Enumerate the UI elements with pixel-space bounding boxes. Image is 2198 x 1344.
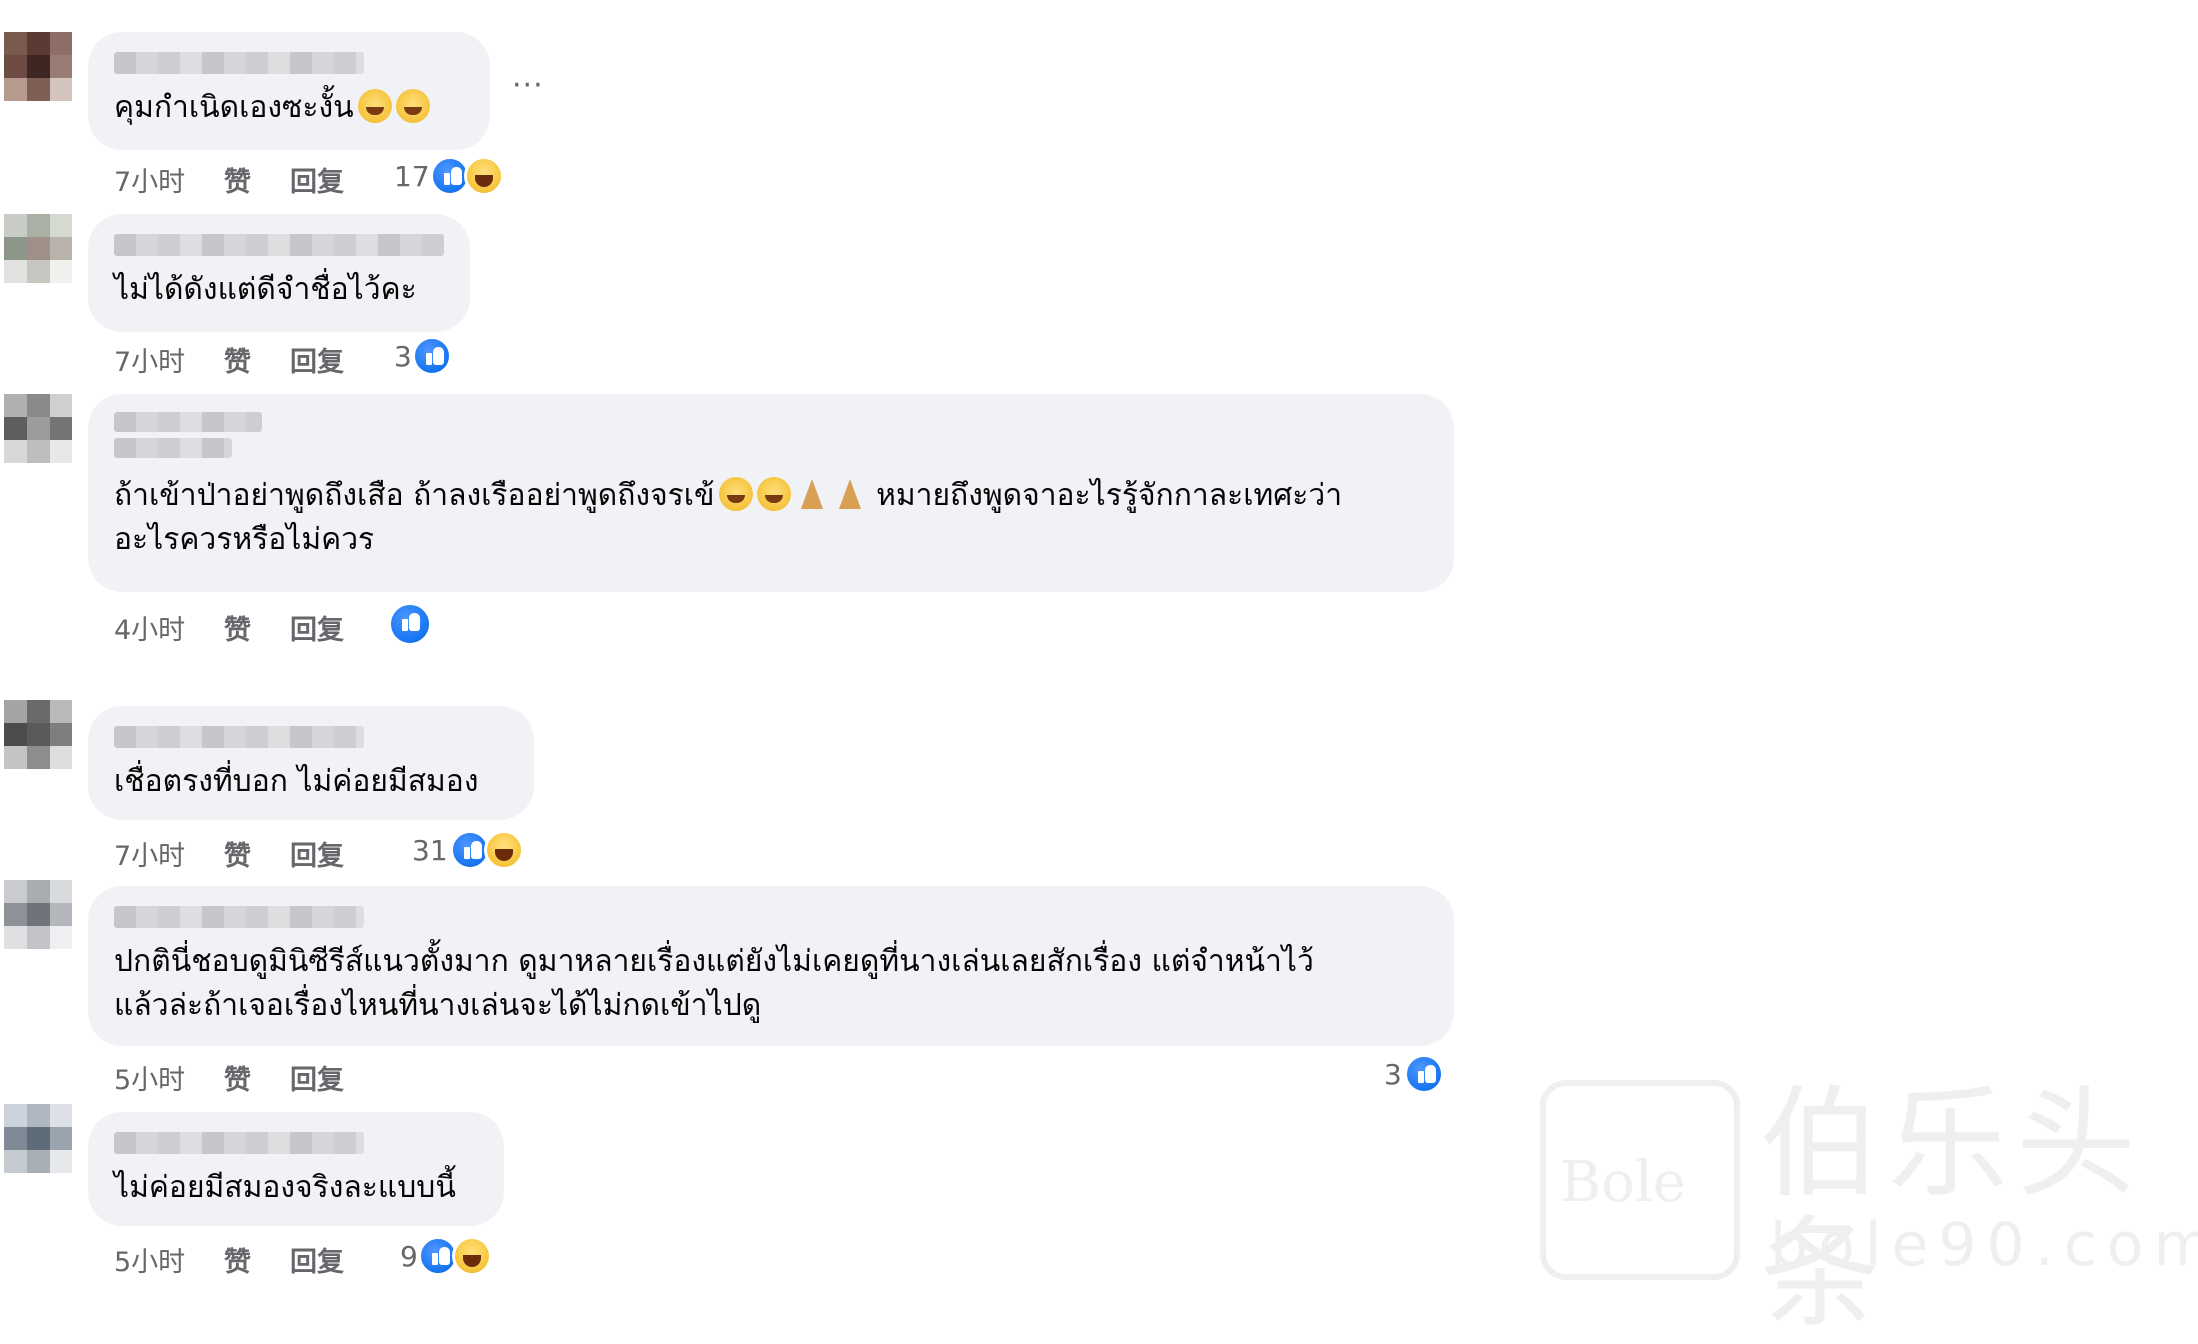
comment-bubble: เชื่อตรงที่บอก ไม่ค่อยมีสมอง — [88, 706, 534, 820]
author-name-blurred[interactable] — [114, 412, 262, 432]
timestamp[interactable]: 4小时 — [114, 608, 185, 647]
reaction-summary[interactable] — [388, 602, 438, 646]
avatar[interactable] — [4, 1104, 72, 1194]
avatar[interactable] — [4, 394, 72, 484]
avatar[interactable] — [4, 32, 72, 122]
comment-text: ปกตินี่ชอบดูมินิซีรีส์แนวตั้งมาก ดูมาหลา… — [114, 944, 1314, 1023]
reply-button[interactable]: 回复 — [290, 1058, 344, 1097]
like-button[interactable]: 赞 — [224, 834, 251, 873]
like-button[interactable]: 赞 — [224, 160, 251, 199]
reply-button[interactable]: 回复 — [290, 608, 344, 647]
more-options-button[interactable]: ··· — [512, 68, 544, 103]
haha-reaction-icon — [484, 830, 524, 870]
comment-bubble: ไม่ได้ดังแต่ดีจำชื่อไว้คะ — [88, 214, 470, 332]
grin-emoji-icon — [395, 89, 430, 123]
comment-text: ไม่ได้ดังแต่ดีจำชื่อไว้คะ — [114, 272, 417, 307]
comment-text-part-1: ถ้าเข้าป่าอย่าพูดถึงเสือ ถ้าลงเรืออย่าพู… — [114, 478, 715, 513]
comment-bubble: ไม่ค่อยมีสมองจริงละแบบนี้ — [88, 1112, 504, 1226]
author-name-blurred[interactable] — [114, 906, 364, 928]
reply-button[interactable]: 回复 — [290, 834, 344, 873]
like-reaction-icon — [412, 336, 452, 376]
comment-bubble: ปกตินี่ชอบดูมินิซีรีส์แนวตั้งมาก ดูมาหลา… — [88, 886, 1454, 1046]
like-button[interactable]: 赞 — [224, 340, 251, 379]
timestamp[interactable]: 7小时 — [114, 160, 185, 199]
reply-button[interactable]: 回复 — [290, 340, 344, 379]
timestamp[interactable]: 5小时 — [114, 1240, 185, 1279]
reaction-count: 3 — [1384, 1058, 1402, 1091]
reaction-summary[interactable]: 3 — [394, 336, 474, 380]
like-reaction-icon — [388, 602, 432, 646]
watermark-url: bole90.com — [1770, 1210, 2198, 1280]
comment-text: เชื่อตรงที่บอก ไม่ค่อยมีสมอง — [114, 764, 479, 799]
timestamp[interactable]: 5小时 — [114, 1058, 185, 1097]
like-button[interactable]: 赞 — [224, 608, 251, 647]
author-name-blurred — [114, 438, 232, 458]
avatar[interactable] — [4, 214, 72, 304]
reaction-count: 9 — [400, 1240, 418, 1273]
author-name-blurred[interactable] — [114, 726, 364, 748]
folded-hands-emoji-icon — [795, 477, 829, 511]
reply-button[interactable]: 回复 — [290, 160, 344, 199]
reaction-summary[interactable]: 9 — [400, 1236, 510, 1280]
reaction-summary[interactable]: 31 — [412, 830, 532, 874]
grin-emoji-icon — [718, 477, 753, 511]
reaction-count: 31 — [412, 834, 448, 867]
haha-reaction-icon — [452, 1236, 492, 1276]
comment-text: คุมกำเนิดเองซะงั้น — [114, 90, 354, 125]
watermark-logo: Bole 伯乐头条 bole90.com — [1540, 1080, 2198, 1340]
author-name-blurred[interactable] — [114, 234, 444, 256]
author-name-blurred[interactable] — [114, 1132, 364, 1154]
reaction-count: 3 — [394, 340, 412, 373]
timestamp[interactable]: 7小时 — [114, 834, 185, 873]
watermark-logo-text: Bole — [1560, 1150, 1686, 1215]
like-reaction-icon — [1404, 1054, 1444, 1094]
avatar[interactable] — [4, 880, 72, 970]
comment-bubble: คุมกำเนิดเองซะงั้น — [88, 32, 490, 150]
like-button[interactable]: 赞 — [224, 1240, 251, 1279]
folded-hands-emoji-icon — [833, 477, 867, 511]
grin-emoji-icon — [756, 477, 791, 511]
haha-reaction-icon — [464, 156, 504, 196]
reaction-count: 17 — [394, 160, 430, 193]
like-button[interactable]: 赞 — [224, 1058, 251, 1097]
timestamp[interactable]: 7小时 — [114, 340, 185, 379]
grin-emoji-icon — [357, 89, 392, 123]
author-name-blurred[interactable] — [114, 52, 364, 74]
avatar[interactable] — [4, 700, 72, 790]
comment-text: ไม่ค่อยมีสมองจริงละแบบนี้ — [114, 1170, 456, 1205]
comment-bubble: ถ้าเข้าป่าอย่าพูดถึงเสือ ถ้าลงเรืออย่าพู… — [88, 394, 1454, 592]
reply-button[interactable]: 回复 — [290, 1240, 344, 1279]
reaction-summary[interactable]: 17 — [394, 156, 514, 200]
reaction-summary[interactable]: 3 — [1384, 1054, 1464, 1098]
